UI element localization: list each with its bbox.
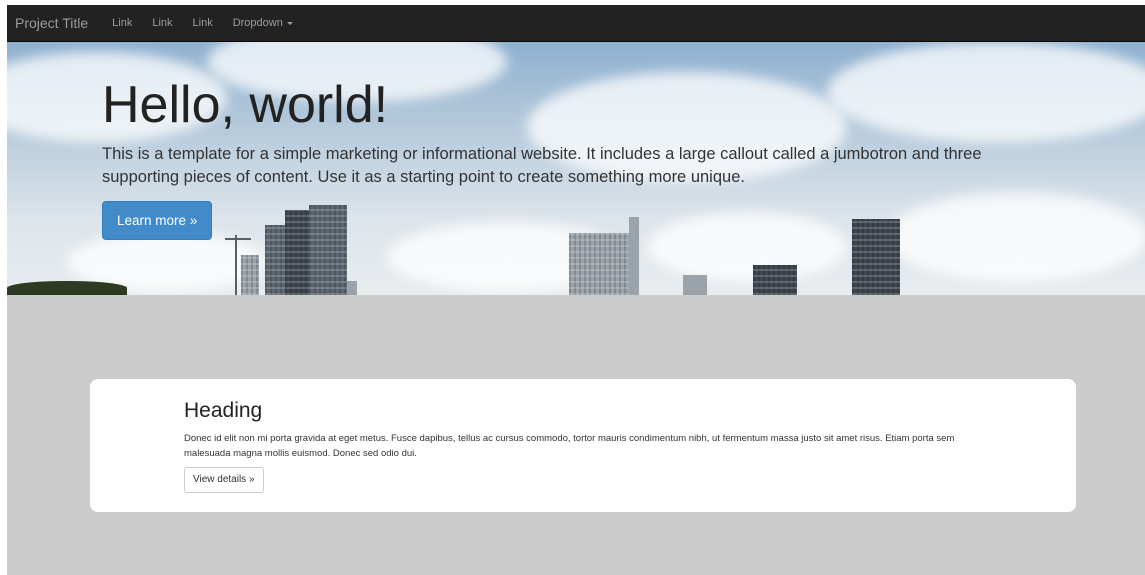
nav-dropdown-label: Dropdown <box>232 17 283 29</box>
learn-more-button[interactable]: Learn more » <box>102 201 213 240</box>
jumbotron-text: This is a template for a simple marketin… <box>102 145 982 186</box>
content-card: Heading Donec id elit non mi porta gravi… <box>90 379 1076 512</box>
jumbotron: Hello, world! This is a template for a s… <box>7 42 1145 295</box>
browser-viewport: Project Title Link Link Link Dropdown He… <box>7 5 1145 575</box>
navbar-brand[interactable]: Project Title <box>15 15 88 31</box>
jumbotron-title: Hello, world! <box>102 76 389 134</box>
nav-link-2[interactable]: Link <box>152 17 172 29</box>
nav-dropdown[interactable]: Dropdown <box>233 17 293 29</box>
nav-link-3[interactable]: Link <box>193 17 213 29</box>
card-body: Heading Donec id elit non mi porta gravi… <box>184 399 984 493</box>
card-text: Donec id elit non mi porta gravida at eg… <box>184 433 955 459</box>
caret-down-icon <box>286 21 293 25</box>
card-heading: Heading <box>184 399 263 422</box>
jumbotron-content: Hello, world! This is a template for a s… <box>102 75 1062 240</box>
nav-link-1[interactable]: Link <box>112 17 132 29</box>
navbar: Project Title Link Link Link Dropdown <box>7 5 1145 42</box>
view-details-button[interactable]: View details » <box>184 467 264 493</box>
